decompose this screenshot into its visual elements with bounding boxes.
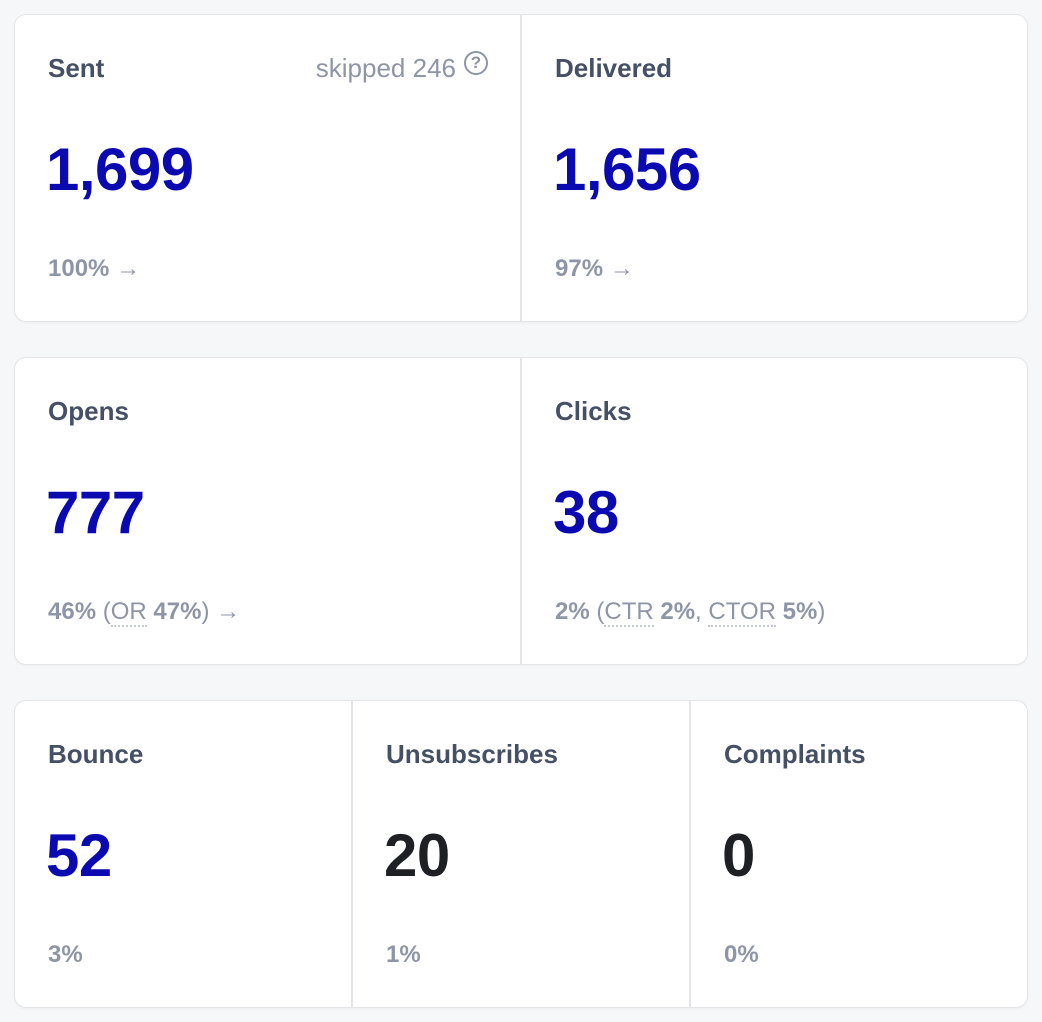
stat-percent-link[interactable]: 46% (OR 47%) → [48,598,241,627]
stat-clicks: Clicks 38 2% (CTR 2%, CTOR 5%) [520,358,1027,664]
stat-percent-link[interactable]: 97% → [555,255,634,283]
paren: ) [201,598,210,625]
paren: ) [817,598,826,625]
stat-label: Bounce [48,739,144,769]
stat-percent: 1% [386,941,421,969]
stat-percent-value: 0% [724,941,759,968]
stat-percent-value: 3% [48,941,83,968]
stat-label: Sent [48,53,105,83]
stat-value: 52 [46,822,112,889]
stat-percent: 97% [555,255,604,282]
stat-complaints: Complaints 0 0% [689,701,1027,1007]
stat-value: 38 [553,479,619,546]
or-value: 47% [153,598,202,625]
stat-delivered: Delivered 1,656 97% → [520,15,1027,321]
engagement-card: Opens 777 46% (OR 47%) → Clicks 38 2% (C… [14,357,1028,665]
issues-card: Bounce 52 3% Unsubscribes 20 1% Complain… [14,700,1028,1008]
comma: , [695,598,702,625]
stat-sent: Sent skipped 246 ? 1,699 100% → [15,15,520,321]
stat-unsubscribes: Unsubscribes 20 1% [351,701,689,1007]
stat-value: 0 [722,822,755,889]
stat-percent-value: 1% [386,941,421,968]
ctor-term[interactable]: CTOR [708,598,776,627]
stat-percent-value: 2% [555,598,590,625]
stat-label: Clicks [555,396,632,426]
stat-percent: 3% [48,941,83,969]
skipped-info: skipped 246 ? [315,51,488,84]
arrow-right-icon: → [216,598,241,625]
ctr-value: 2% [660,598,696,625]
skipped-text: skipped 246 [315,53,456,83]
paren: ( [102,598,111,625]
stat-value: 20 [384,822,450,889]
ctr-term[interactable]: CTR [604,598,654,627]
stat-value: 777 [46,479,145,546]
stat-value: 1,656 [553,136,701,203]
stat-percent-link[interactable]: 100% → [48,255,140,283]
stat-label: Complaints [724,739,866,769]
stat-percent: 2% (CTR 2%, CTOR 5%) [555,598,826,627]
arrow-right-icon: → [116,255,141,282]
stat-percent: 0% [724,941,759,969]
stat-label: Delivered [555,53,673,83]
or-term[interactable]: OR [110,598,147,627]
ctor-value: 5% [782,598,818,625]
stat-bounce: Bounce 52 3% [15,701,351,1007]
delivery-card: Sent skipped 246 ? 1,699 100% → Delivere… [14,14,1028,322]
stat-label: Unsubscribes [386,739,558,769]
arrow-right-icon: → [609,255,634,282]
stat-label: Opens [48,396,129,426]
stat-percent: 100% [48,255,110,282]
question-circle-icon[interactable]: ? [464,51,488,75]
stat-percent: 46% [48,598,97,625]
stat-value: 1,699 [46,136,194,203]
stat-opens: Opens 777 46% (OR 47%) → [15,358,520,664]
